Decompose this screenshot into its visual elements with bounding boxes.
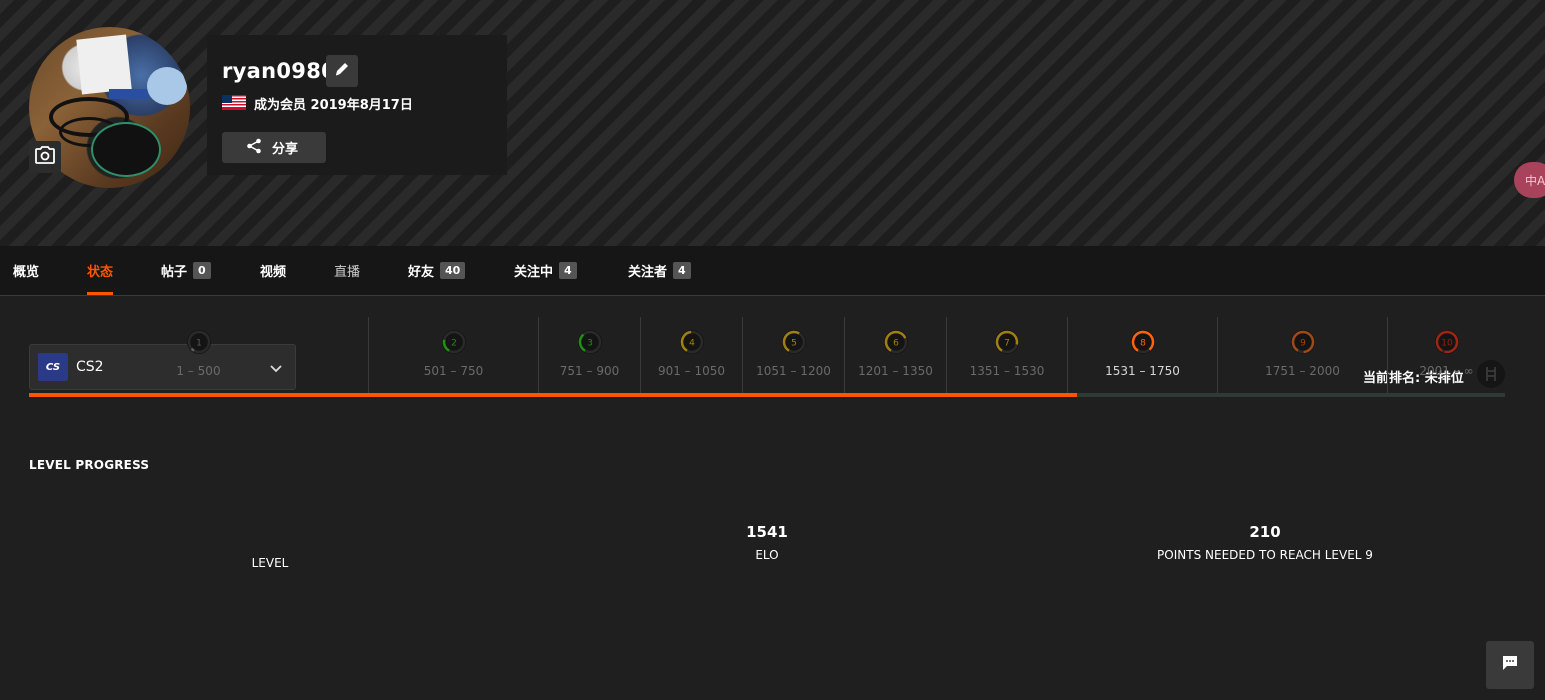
tab-overview[interactable]: 概览 [13,246,39,295]
camera-icon [35,146,55,168]
level-range: 901 – 1050 [657,364,726,378]
member-since: 成为会员 2019年8月17日 [254,98,413,113]
profile-card: ryan0980 成为会员 2019年8月17日 分享 [207,35,507,175]
level-range: 1751 – 2000 [1265,364,1340,378]
tab-videos[interactable]: 视频 [260,246,286,295]
pencil-icon [334,61,350,81]
chat-button[interactable] [1486,641,1534,689]
share-icon [246,138,262,158]
change-avatar-button[interactable] [29,141,61,173]
level-progress-bar [29,393,1505,397]
level-number: 9 [1300,339,1306,349]
level-8: 8 1531 – 1750 [1067,317,1217,393]
level-6: 6 1201 – 1350 [844,317,946,393]
tab-label: 关注者 [628,265,668,280]
tab-stats[interactable]: 状态 [87,246,114,295]
level-label: LEVEL [251,556,289,570]
tab-followers[interactable]: 关注者 4 [628,246,691,295]
level-number: 4 [689,339,695,349]
chat-icon [1501,654,1519,676]
level-number: 2 [451,339,457,349]
level-number: 10 [1441,339,1453,349]
share-label: 分享 [272,142,299,157]
level-range: 2001 – ∞ [1419,364,1474,378]
tab-label: 状态 [87,265,114,280]
level-scale: 1 1 – 500 2 501 – 750 3 751 – 900 4 901 – 1050 5… [29,317,1505,393]
level-number: 7 [1004,339,1010,349]
tab-friends[interactable]: 好友 40 [408,246,466,295]
level-progress-fill [29,393,1077,397]
level-9: 9 1751 – 2000 [1217,317,1387,393]
tab-label: 直播 [334,265,361,280]
elo-label: ELO [755,548,779,562]
level-1-icon: 1 [186,330,211,354]
level-10-icon: 10 [1434,330,1459,354]
level-2-icon: 2 [441,330,466,354]
tab-label: 帖子 [161,265,188,280]
level-6-icon: 6 [883,330,908,354]
level-2: 2 501 – 750 [368,317,538,393]
level-4: 4 901 – 1050 [640,317,742,393]
level-range: 1351 – 1530 [969,364,1045,378]
level-number: 8 [1140,339,1146,349]
tab-label: 视频 [260,265,287,280]
level-number: 3 [587,339,593,349]
tab-count-badge: 0 [193,262,211,279]
level-range: 1051 – 1200 [756,364,831,378]
tab-count-badge: 40 [440,262,466,279]
level-3-icon: 3 [577,330,602,354]
level-range: 501 – 750 [423,364,484,378]
level-range: 1201 – 1350 [858,364,933,378]
elo-value: 1541 [746,523,788,541]
points-needed-label: POINTS NEEDED TO REACH LEVEL 9 [1157,548,1373,562]
level-5: 5 1051 – 1200 [742,317,844,393]
tab-streams[interactable]: 直播 [334,246,360,295]
level-5-icon: 5 [781,330,806,354]
tab-label: 关注中 [514,265,554,280]
level-number: 1 [196,339,202,349]
level-range: 1531 – 1750 [1105,364,1180,378]
level-9-icon: 9 [1290,330,1315,354]
level-number: 6 [893,339,899,349]
us-flag-icon [222,95,246,110]
level-number: 5 [791,339,797,349]
edit-profile-button[interactable] [326,55,358,87]
username: ryan0980 [222,59,337,83]
level-range: 751 – 900 [559,364,620,378]
level-10: 10 2001 – ∞ [1387,317,1505,393]
level-7-icon: 7 [995,330,1019,354]
profile-tabs: 概览 状态 帖子 0 视频 直播 好友 40 关注中 4 关注者 4 [0,246,1545,296]
share-button[interactable]: 分享 [222,132,326,163]
tab-label: 概览 [13,265,40,280]
level-1: 1 1 – 500 [29,317,368,393]
profile-banner: ryan0980 成为会员 2019年8月17日 分享 中A [0,0,1545,246]
level-8-icon: 8 [1130,330,1155,354]
translate-button[interactable]: 中A [1514,162,1545,198]
tab-count-badge: 4 [559,262,577,279]
tab-following[interactable]: 关注中 4 [514,246,577,295]
points-needed-value: 210 [1249,523,1281,541]
level-progress-title: LEVEL PROGRESS [29,458,150,472]
tab-count-badge: 4 [673,262,691,279]
level-7: 7 1351 – 1530 [946,317,1067,393]
level-3: 3 751 – 900 [538,317,640,393]
level-4-icon: 4 [679,330,704,354]
level-range: 1 – 500 [176,364,221,378]
tab-posts[interactable]: 帖子 0 [161,246,211,295]
translate-icon: 中A [1525,173,1545,188]
tab-label: 好友 [408,265,435,280]
